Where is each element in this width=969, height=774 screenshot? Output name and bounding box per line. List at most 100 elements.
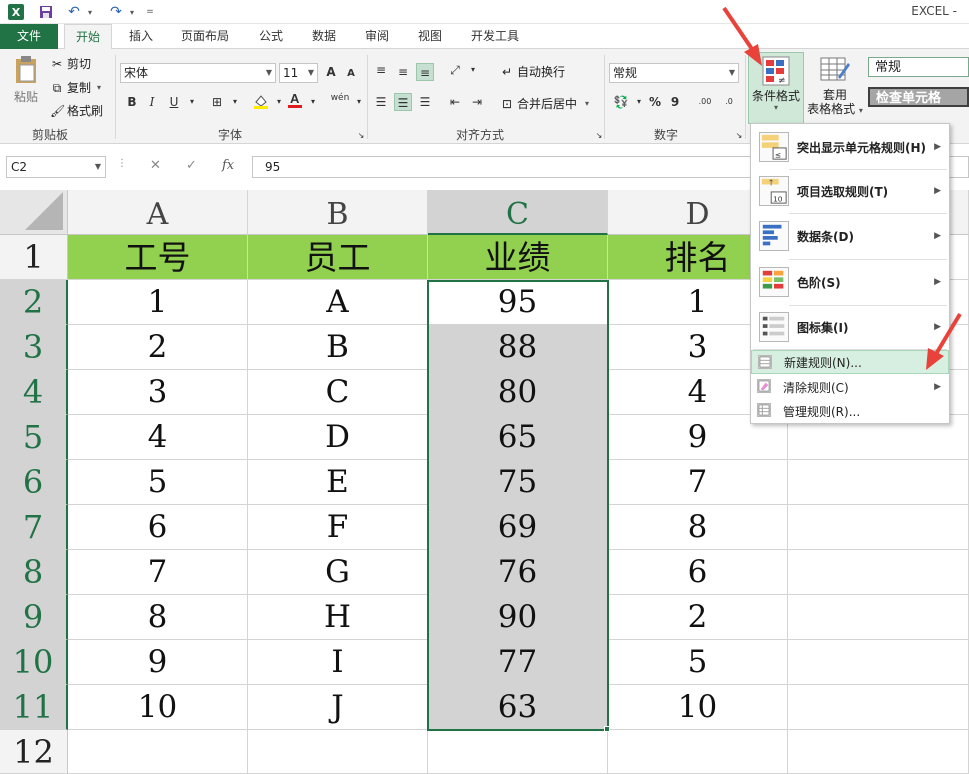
empty-cell[interactable]: [608, 730, 788, 774]
column-header[interactable]: B: [248, 190, 428, 235]
comma-button[interactable]: 9: [666, 93, 684, 111]
row-header[interactable]: 11: [0, 685, 68, 730]
table-cell[interactable]: 1: [68, 280, 248, 325]
header-cell[interactable]: 业绩: [428, 235, 608, 280]
table-cell[interactable]: G: [248, 550, 428, 595]
borders-icon[interactable]: ⊞: [208, 93, 226, 111]
row-header[interactable]: 1: [0, 235, 68, 280]
bold-button[interactable]: B: [123, 93, 141, 111]
align-left-icon[interactable]: ☰: [372, 93, 390, 111]
table-cell[interactable]: B: [248, 325, 428, 370]
percent-button[interactable]: %: [646, 93, 664, 111]
table-cell[interactable]: 75: [428, 460, 608, 505]
table-cell[interactable]: 69: [428, 505, 608, 550]
empty-cell[interactable]: [428, 730, 608, 774]
table-cell[interactable]: 9: [68, 640, 248, 685]
empty-cell[interactable]: [788, 595, 969, 640]
row-header[interactable]: 8: [0, 550, 68, 595]
header-cell[interactable]: 员工: [248, 235, 428, 280]
cut-button[interactable]: ✂ 剪切: [50, 55, 91, 72]
table-cell[interactable]: 5: [68, 460, 248, 505]
table-cell[interactable]: 3: [68, 370, 248, 415]
table-cell[interactable]: 76: [428, 550, 608, 595]
select-all-button[interactable]: [0, 190, 68, 235]
table-cell[interactable]: 7: [68, 550, 248, 595]
copy-button[interactable]: ⧉ 复制 ▾: [50, 79, 101, 96]
cell-style-check-cell[interactable]: 检查单元格: [868, 87, 969, 107]
menu-item-data-bars[interactable]: 数据条(D) ▶: [751, 214, 949, 258]
column-header[interactable]: C: [428, 190, 608, 235]
table-cell[interactable]: I: [248, 640, 428, 685]
undo-icon[interactable]: ↶: [64, 3, 84, 21]
empty-cell[interactable]: [68, 730, 248, 774]
row-header[interactable]: 6: [0, 460, 68, 505]
table-cell[interactable]: 6: [608, 550, 788, 595]
header-cell[interactable]: 工号: [68, 235, 248, 280]
tab-home[interactable]: 开始: [64, 24, 112, 49]
fill-color-icon[interactable]: [252, 93, 270, 111]
empty-cell[interactable]: [788, 640, 969, 685]
name-box[interactable]: C2 ▼: [6, 156, 106, 178]
table-cell[interactable]: 7: [608, 460, 788, 505]
insert-function-icon[interactable]: fx: [222, 158, 234, 173]
redo-dropdown-icon[interactable]: ▾: [126, 3, 138, 21]
decrease-indent-icon[interactable]: ⇤: [446, 93, 464, 111]
empty-cell[interactable]: [788, 505, 969, 550]
underline-dropdown-icon[interactable]: ▾: [183, 93, 201, 111]
align-center-icon[interactable]: ☰: [394, 93, 412, 111]
table-cell[interactable]: 95: [428, 280, 608, 325]
table-cell[interactable]: A: [248, 280, 428, 325]
tab-insert[interactable]: 插入: [118, 24, 164, 49]
menu-item-icon-sets[interactable]: 图标集(I) ▶: [751, 306, 949, 348]
table-cell[interactable]: 2: [68, 325, 248, 370]
grow-font-button[interactable]: A: [322, 63, 340, 81]
align-top-icon[interactable]: ≡: [372, 61, 390, 79]
row-header[interactable]: 2: [0, 280, 68, 325]
menu-item-new-rule[interactable]: 新建规则(N)...: [751, 350, 949, 374]
tab-view[interactable]: 视图: [408, 24, 452, 49]
phonetic-dropdown-icon[interactable]: ▾: [350, 93, 368, 111]
orientation-dropdown-icon[interactable]: ▾: [464, 61, 482, 79]
paste-button[interactable]: 粘贴: [8, 55, 44, 115]
table-cell[interactable]: 10: [68, 685, 248, 730]
table-cell[interactable]: 6: [68, 505, 248, 550]
increase-indent-icon[interactable]: ⇥: [468, 93, 486, 111]
row-header[interactable]: 3: [0, 325, 68, 370]
enter-icon[interactable]: ✓: [186, 158, 197, 173]
conditional-formatting-button[interactable]: ≠ 条件格式 ▾: [748, 52, 804, 124]
table-cell[interactable]: 90: [428, 595, 608, 640]
table-cell[interactable]: 77: [428, 640, 608, 685]
empty-cell[interactable]: [788, 460, 969, 505]
table-cell[interactable]: 10: [608, 685, 788, 730]
orientation-icon[interactable]: ⤢: [446, 61, 464, 79]
undo-dropdown-icon[interactable]: ▾: [84, 3, 96, 21]
wrap-text-button[interactable]: ↵ 自动换行: [500, 63, 565, 80]
table-cell[interactable]: E: [248, 460, 428, 505]
empty-cell[interactable]: [248, 730, 428, 774]
menu-item-color-scales[interactable]: 色阶(S) ▶: [751, 260, 949, 304]
cell-style-normal[interactable]: 常规: [868, 57, 969, 77]
borders-dropdown-icon[interactable]: ▾: [226, 93, 244, 111]
table-cell[interactable]: 5: [608, 640, 788, 685]
table-cell[interactable]: 8: [608, 505, 788, 550]
increase-decimal-button[interactable]: .00: [694, 93, 716, 111]
table-cell[interactable]: 8: [68, 595, 248, 640]
table-cell[interactable]: 4: [68, 415, 248, 460]
number-format-select[interactable]: 常规 ▼: [609, 63, 739, 83]
tab-file[interactable]: 文件: [0, 24, 58, 49]
italic-button[interactable]: I: [143, 93, 161, 111]
row-header[interactable]: 7: [0, 505, 68, 550]
align-right-icon[interactable]: ☰: [416, 93, 434, 111]
redo-icon[interactable]: ↷: [106, 3, 126, 21]
tab-developer[interactable]: 开发工具: [462, 24, 528, 49]
align-bottom-icon[interactable]: ≡: [416, 63, 434, 81]
cancel-icon[interactable]: ✕: [150, 158, 161, 173]
copy-dropdown-icon[interactable]: ▾: [97, 83, 101, 92]
merge-dropdown-icon[interactable]: ▾: [585, 99, 589, 108]
font-color-dropdown-icon[interactable]: ▾: [304, 93, 322, 111]
row-header[interactable]: 9: [0, 595, 68, 640]
column-header[interactable]: A: [68, 190, 248, 235]
row-header[interactable]: 5: [0, 415, 68, 460]
empty-cell[interactable]: [788, 550, 969, 595]
table-cell[interactable]: 63: [428, 685, 608, 730]
